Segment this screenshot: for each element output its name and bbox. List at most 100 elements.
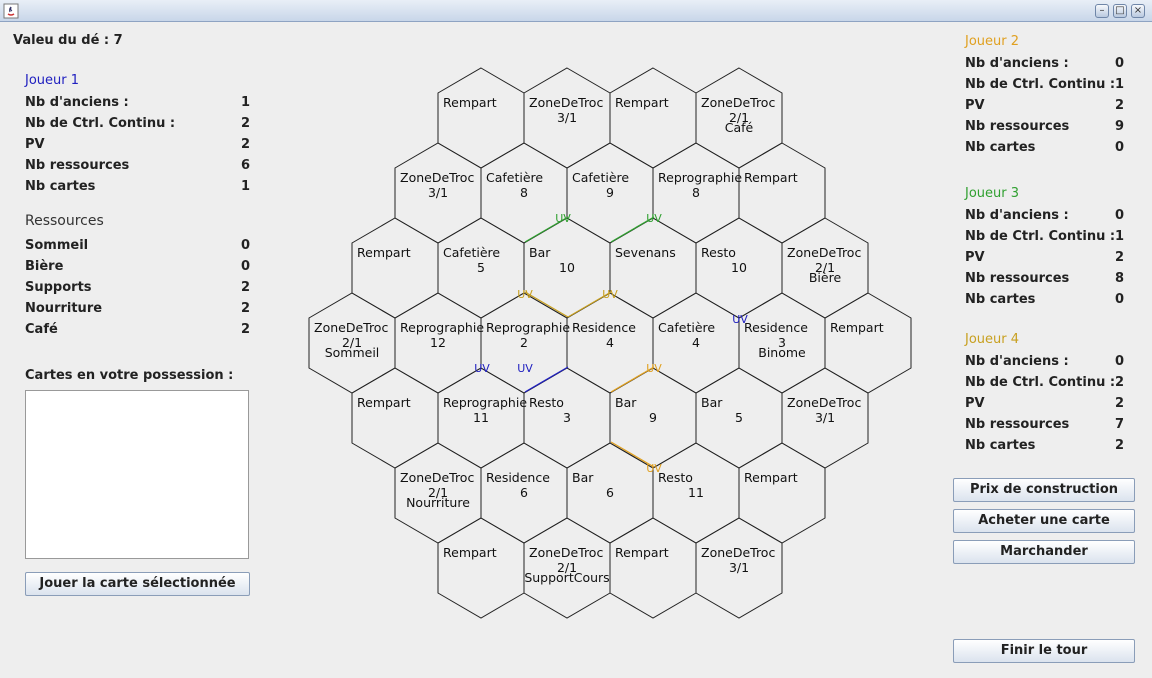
- hex-type-label: Rempart: [357, 245, 411, 260]
- hex-tile[interactable]: Reprographie2: [480, 292, 570, 394]
- hex-type-label: Residence: [486, 470, 550, 485]
- uv-label: UV: [602, 288, 618, 301]
- hex-tile[interactable]: Rempart: [824, 292, 912, 394]
- hex-tile[interactable]: Rempart: [609, 67, 697, 169]
- hex-tile[interactable]: ZoneDeTroc2/1Nourriture: [394, 442, 482, 544]
- opponent-stat-value: 2: [1114, 438, 1124, 453]
- hex-tile[interactable]: Rempart: [609, 517, 697, 619]
- close-icon[interactable]: ×: [1131, 4, 1145, 18]
- hex-tile[interactable]: Residence6: [480, 442, 568, 544]
- hex-tile[interactable]: ZoneDeTroc2/1Café: [695, 67, 783, 169]
- hex-type-label: ZoneDeTroc: [787, 245, 861, 260]
- hex-type-label: Reprographie: [400, 320, 484, 335]
- hex-tile[interactable]: Bar 5: [695, 367, 783, 469]
- uv-label: UV: [732, 313, 748, 326]
- opponent-stat-label: Nb de Ctrl. Continu :: [965, 375, 1116, 390]
- player1-resource-value: 2: [240, 322, 250, 337]
- hex-outline: [781, 367, 869, 469]
- build-price-button[interactable]: Prix de construction: [953, 478, 1135, 502]
- player1-resource-value: 2: [240, 280, 250, 295]
- hex-outline: [394, 292, 482, 394]
- hex-outline: [609, 367, 697, 469]
- hex-type-label: ZoneDeTroc: [701, 95, 775, 110]
- hex-tile[interactable]: Rempart: [437, 517, 525, 619]
- hex-outline: [609, 217, 697, 319]
- hex-type-label: Rempart: [615, 95, 669, 110]
- hex-tile[interactable]: Residence4: [566, 292, 654, 394]
- cards-list[interactable]: [25, 390, 249, 559]
- hex-outline: [566, 142, 654, 244]
- hex-type-label: Reprographie: [486, 320, 570, 335]
- hex-tile[interactable]: ZoneDeTroc2/1Sommeil: [308, 292, 396, 394]
- hex-tile[interactable]: Cafetière9: [566, 142, 654, 244]
- hex-number-label: 6: [520, 485, 528, 500]
- hex-tile[interactable]: Cafetière5: [437, 217, 525, 319]
- player1-stat-label: Nb cartes: [25, 179, 96, 194]
- hex-tile[interactable]: Cafetière8: [480, 142, 568, 244]
- opponent-stat-value: 0: [1114, 140, 1124, 155]
- hex-outline: [308, 292, 396, 394]
- hex-tile[interactable]: ZoneDeTroc3/1: [523, 67, 611, 169]
- hex-tile[interactable]: ZoneDeTroc2/1Bière: [781, 217, 869, 319]
- hex-outline: [738, 292, 826, 394]
- minimize-icon[interactable]: –: [1095, 4, 1109, 18]
- hex-tile[interactable]: ZoneDeTroc3/1: [394, 142, 482, 244]
- hex-tile[interactable]: ZoneDeTroc3/1: [781, 367, 869, 469]
- hex-tile[interactable]: Rempart: [738, 442, 826, 544]
- hex-tile[interactable]: Residence3Binome: [738, 292, 826, 394]
- hex-tile[interactable]: Resto3: [523, 367, 611, 469]
- hex-outline: [738, 442, 826, 544]
- player1-resource-label: Sommeil: [25, 238, 89, 253]
- hex-tile[interactable]: Sevenans: [609, 217, 697, 319]
- opponent-stat-value: 7: [1114, 417, 1124, 432]
- hex-type-label: Cafetière: [443, 245, 500, 260]
- hex-number-label: 9: [606, 185, 614, 200]
- hex-outline: [609, 67, 697, 169]
- end-turn-button[interactable]: Finir le tour: [953, 639, 1135, 663]
- hex-outline: [652, 292, 740, 394]
- hex-type-label: ZoneDeTroc: [400, 170, 474, 185]
- hex-type-label: Residence: [744, 320, 808, 335]
- opponent-stat-label: Nb ressources: [965, 417, 1070, 432]
- hex-tile[interactable]: ZoneDeTroc2/1SupportCours: [523, 517, 611, 619]
- hex-tile[interactable]: Cafetière4: [652, 292, 740, 394]
- hex-number-label: 11: [688, 485, 704, 500]
- hex-tile[interactable]: Rempart: [437, 67, 525, 169]
- uv-road: [524, 366, 569, 393]
- hex-outline: [523, 67, 611, 169]
- opponent-name: Joueur 2: [965, 34, 1020, 49]
- hex-tile[interactable]: ZoneDeTroc3/1: [695, 517, 783, 619]
- opponent-stat-label: Nb cartes: [965, 292, 1036, 307]
- hex-type-label: ZoneDeTroc: [701, 545, 775, 560]
- trade-button[interactable]: Marchander: [953, 540, 1135, 564]
- hex-outline: [437, 367, 525, 469]
- hex-tile[interactable]: Bar 10: [523, 217, 611, 319]
- hex-tile[interactable]: Reprographie11: [437, 367, 527, 469]
- opponent-stat-label: Nb cartes: [965, 140, 1036, 155]
- hex-number-label: 5: [477, 260, 485, 275]
- hex-number-label: 10: [559, 260, 575, 275]
- hex-outline: [781, 217, 869, 319]
- maximize-icon[interactable]: □: [1113, 4, 1127, 18]
- hex-tile[interactable]: Resto10: [695, 217, 783, 319]
- hex-tile[interactable]: Rempart: [351, 367, 439, 469]
- hex-type-label: Bar: [529, 245, 551, 260]
- hex-outline: [652, 142, 740, 244]
- hex-tile[interactable]: Rempart: [351, 217, 439, 319]
- hex-type-label: Resto: [701, 245, 736, 260]
- hex-number-label: 2/1: [557, 560, 577, 575]
- uv-label: UV: [517, 362, 533, 375]
- hex-tile[interactable]: Reprographie8: [652, 142, 742, 244]
- hex-outline: [523, 517, 611, 619]
- hex-number-label: 3: [778, 335, 786, 350]
- opponent-stat-value: 0: [1114, 208, 1124, 223]
- play-card-button[interactable]: Jouer la carte sélectionnée: [25, 572, 250, 596]
- hex-tile[interactable]: Bar 6: [566, 442, 654, 544]
- hex-tile[interactable]: Bar 9: [609, 367, 697, 469]
- hex-tile[interactable]: Rempart: [738, 142, 826, 244]
- hex-tile[interactable]: Reprographie12: [394, 292, 484, 394]
- hex-type-label: Reprographie: [658, 170, 742, 185]
- hex-tile[interactable]: Resto11: [652, 442, 740, 544]
- buy-card-button[interactable]: Acheter une carte: [953, 509, 1135, 533]
- opponent-stat-value: 2: [1114, 375, 1124, 390]
